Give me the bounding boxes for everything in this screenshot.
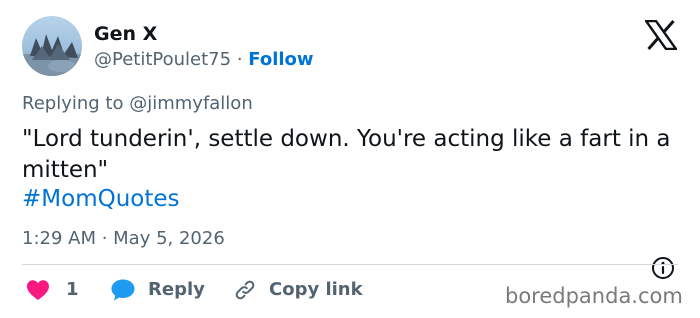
like-button[interactable]: 1 — [26, 278, 79, 302]
handle-row: @PetitPoulet75 · Follow — [94, 48, 314, 72]
replying-prefix: Replying to — [22, 93, 124, 114]
copy-link-label: Copy link — [269, 279, 363, 300]
link-icon — [235, 280, 255, 300]
x-logo-icon[interactable] — [643, 19, 679, 51]
speech-bubble-icon — [111, 279, 135, 301]
reply-label: Reply — [148, 279, 205, 300]
user-handle[interactable]: @PetitPoulet75 — [94, 49, 231, 70]
heart-icon — [27, 280, 49, 300]
avatar[interactable] — [22, 16, 82, 76]
hashtag-link[interactable]: #MomQuotes — [22, 184, 180, 215]
info-icon[interactable] — [651, 256, 675, 280]
avatar-image — [22, 16, 82, 76]
reply-context: Replying to @jimmyfallon — [22, 92, 253, 116]
display-name[interactable]: Gen X — [94, 22, 157, 46]
reply-mention-link[interactable]: @jimmyfallon — [129, 93, 253, 114]
tweet-text: "Lord tunderin', settle down. You're act… — [22, 126, 671, 183]
copy-link-button[interactable]: Copy link — [233, 278, 363, 302]
tweet-timestamp[interactable]: 1:29 AM · May 5, 2026 — [22, 227, 225, 251]
separator-dot: · — [236, 49, 243, 70]
divider — [22, 264, 678, 265]
watermark: boredpanda.com — [505, 284, 683, 308]
like-count: 1 — [66, 279, 79, 300]
follow-button[interactable]: Follow — [248, 49, 313, 70]
reply-button[interactable]: Reply — [110, 278, 205, 302]
